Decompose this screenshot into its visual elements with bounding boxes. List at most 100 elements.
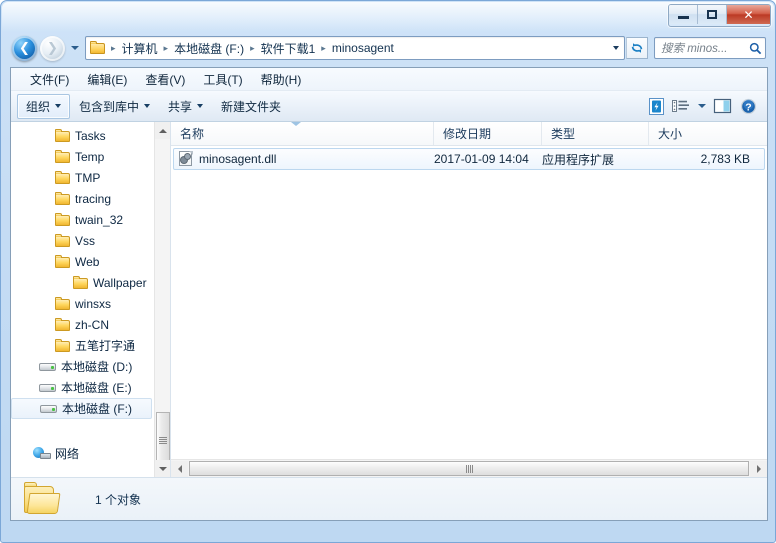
tree-item-drive-d[interactable]: 本地磁盘 (D:) bbox=[11, 356, 154, 377]
tree-item-label: zh-CN bbox=[75, 317, 110, 332]
tree-item-twain32[interactable]: twain_32 bbox=[11, 209, 154, 230]
file-name-label: minosagent.dll bbox=[199, 152, 277, 166]
change-view-dropdown[interactable] bbox=[695, 95, 709, 117]
breadcrumb-item-computer[interactable]: 计算机 bbox=[119, 39, 161, 58]
drive-icon bbox=[39, 360, 57, 373]
preview-pane-icon[interactable] bbox=[709, 95, 735, 117]
refresh-button[interactable] bbox=[626, 37, 648, 59]
history-dropdown-button[interactable] bbox=[67, 38, 82, 58]
open-folder-icon bbox=[23, 482, 61, 516]
breadcrumb-item-softdownload1[interactable]: 软件下载1 bbox=[258, 39, 319, 58]
horizontal-scroll-thumb[interactable] bbox=[189, 461, 749, 476]
address-bar[interactable]: ▸ 计算机 ▸ 本地磁盘 (F:) ▸ 软件下载1 ▸ minosagent bbox=[85, 36, 625, 60]
tree-item-label: 本地磁盘 (D:) bbox=[61, 360, 133, 374]
tree-item-label: 网络 bbox=[55, 447, 80, 461]
breadcrumb-item-minosagent[interactable]: minosagent bbox=[329, 40, 397, 56]
client-area: 文件(F) 编辑(E) 查看(V) 工具(T) 帮助(H) 组织 包含到库中 共… bbox=[10, 67, 768, 521]
drive-icon bbox=[40, 402, 58, 415]
breadcrumb-separator: ▸ bbox=[111, 42, 116, 53]
column-header-name-label: 名称 bbox=[180, 127, 205, 141]
change-view-icon[interactable] bbox=[669, 95, 695, 117]
status-item-count: 1 个对象 bbox=[95, 492, 142, 507]
maximize-button[interactable] bbox=[698, 5, 727, 24]
menu-item-tools[interactable]: 工具(T) bbox=[194, 69, 251, 90]
folder-icon bbox=[55, 296, 71, 311]
back-arrow-icon: ❮ bbox=[19, 40, 30, 56]
refresh-icon bbox=[631, 43, 643, 53]
title-bar: ✕ bbox=[1, 1, 775, 29]
new-folder-button[interactable]: 新建文件夹 bbox=[212, 94, 290, 119]
file-list[interactable]: minosagent.dll 2017-01-09 14:04 应用程序扩展 2… bbox=[171, 146, 767, 459]
command-toolbar: 组织 包含到库中 共享 新建文件夹 ? bbox=[11, 91, 767, 122]
tree-item-drive-f[interactable]: 本地磁盘 (F:) bbox=[11, 398, 152, 419]
tree-item-drive-e[interactable]: 本地磁盘 (E:) bbox=[11, 377, 154, 398]
share-button[interactable]: 共享 bbox=[159, 94, 212, 119]
tree-item-wubi[interactable]: 五笔打字通 bbox=[11, 335, 154, 356]
chevron-down-icon bbox=[197, 104, 204, 108]
tree-item-network[interactable]: 网络 bbox=[11, 443, 154, 464]
foxit-reader-icon[interactable] bbox=[643, 95, 669, 117]
help-icon[interactable]: ? bbox=[735, 95, 761, 117]
tree-item-label: Vss bbox=[75, 233, 96, 248]
breadcrumb-separator: ▸ bbox=[321, 42, 326, 53]
file-date-cell: 2017-01-09 14:04 bbox=[434, 152, 529, 166]
scroll-left-button[interactable] bbox=[171, 460, 188, 477]
folder-icon bbox=[55, 170, 71, 185]
column-header-size[interactable]: 大小 bbox=[649, 122, 767, 145]
tree-item-tracing[interactable]: tracing bbox=[11, 188, 154, 209]
menu-item-help[interactable]: 帮助(H) bbox=[252, 69, 311, 90]
column-header-type[interactable]: 类型 bbox=[542, 122, 649, 145]
search-box[interactable]: 搜索 minos... bbox=[654, 37, 766, 59]
navpane-scroll-down-button[interactable] bbox=[155, 460, 170, 477]
tree-item-web[interactable]: Web bbox=[11, 251, 154, 272]
column-header-name[interactable]: 名称 bbox=[171, 122, 434, 145]
forward-arrow-icon: ❯ bbox=[47, 40, 58, 56]
column-header-date[interactable]: 修改日期 bbox=[434, 122, 542, 145]
menu-item-edit[interactable]: 编辑(E) bbox=[78, 69, 136, 90]
back-button[interactable]: ❮ bbox=[12, 35, 37, 61]
explorer-body: Tasks Temp TMP tracing twain_32 Vss Web … bbox=[11, 122, 767, 477]
tree-item-winsxs[interactable]: winsxs bbox=[11, 293, 154, 314]
tree-item-vss[interactable]: Vss bbox=[11, 230, 154, 251]
address-dropdown-button[interactable] bbox=[607, 38, 624, 58]
dll-gear-shape bbox=[185, 154, 190, 159]
tree-item-label: 五笔打字通 bbox=[75, 339, 136, 353]
svg-text:?: ? bbox=[745, 101, 751, 113]
include-in-library-button[interactable]: 包含到库中 bbox=[70, 94, 159, 119]
folder-icon bbox=[55, 233, 71, 248]
dll-file-icon bbox=[178, 151, 194, 167]
menu-item-view[interactable]: 查看(V) bbox=[136, 69, 194, 90]
table-row[interactable]: minosagent.dll 2017-01-09 14:04 应用程序扩展 2… bbox=[173, 148, 765, 170]
file-list-horizontal-scrollbar[interactable] bbox=[171, 459, 767, 477]
file-size-cell: 2,783 KB bbox=[700, 152, 750, 166]
minimize-icon bbox=[677, 16, 689, 19]
tree-item-zh-cn[interactable]: zh-CN bbox=[11, 314, 154, 335]
chevron-down-icon bbox=[612, 46, 619, 50]
maximize-icon bbox=[707, 10, 717, 19]
breadcrumb-item-drive-f[interactable]: 本地磁盘 (F:) bbox=[171, 39, 247, 58]
search-input[interactable]: 搜索 minos... bbox=[655, 40, 745, 56]
minimize-button[interactable] bbox=[669, 5, 698, 24]
drive-icon bbox=[39, 381, 57, 394]
close-button[interactable]: ✕ bbox=[727, 5, 770, 24]
new-folder-label: 新建文件夹 bbox=[221, 99, 282, 114]
navpane-scroll-up-button[interactable] bbox=[155, 122, 170, 139]
tree-item-tasks[interactable]: Tasks bbox=[11, 125, 154, 146]
folder-tree: Tasks Temp TMP tracing twain_32 Vss Web … bbox=[11, 122, 154, 464]
chevron-left-icon bbox=[177, 464, 182, 473]
menu-item-file[interactable]: 文件(F) bbox=[21, 69, 78, 90]
organize-button[interactable]: 组织 bbox=[17, 93, 71, 119]
folder-front-shape bbox=[26, 493, 61, 514]
scroll-right-button[interactable] bbox=[750, 460, 767, 477]
navigation-row: ❮ ❯ ▸ 计算机 ▸ 本地磁盘 (F:) ▸ 软件下载1 ▸ minosage… bbox=[1, 34, 775, 62]
forward-button[interactable]: ❯ bbox=[40, 35, 65, 61]
organize-label: 组织 bbox=[26, 99, 51, 114]
navpane-scrollbar[interactable] bbox=[154, 122, 170, 477]
tree-item-label: tracing bbox=[75, 191, 112, 206]
navigation-pane[interactable]: Tasks Temp TMP tracing twain_32 Vss Web … bbox=[11, 122, 171, 477]
tree-item-temp[interactable]: Temp bbox=[11, 146, 154, 167]
folder-icon bbox=[55, 338, 71, 353]
tree-item-tmp[interactable]: TMP bbox=[11, 167, 154, 188]
tree-item-wallpaper[interactable]: Wallpaper bbox=[11, 272, 154, 293]
